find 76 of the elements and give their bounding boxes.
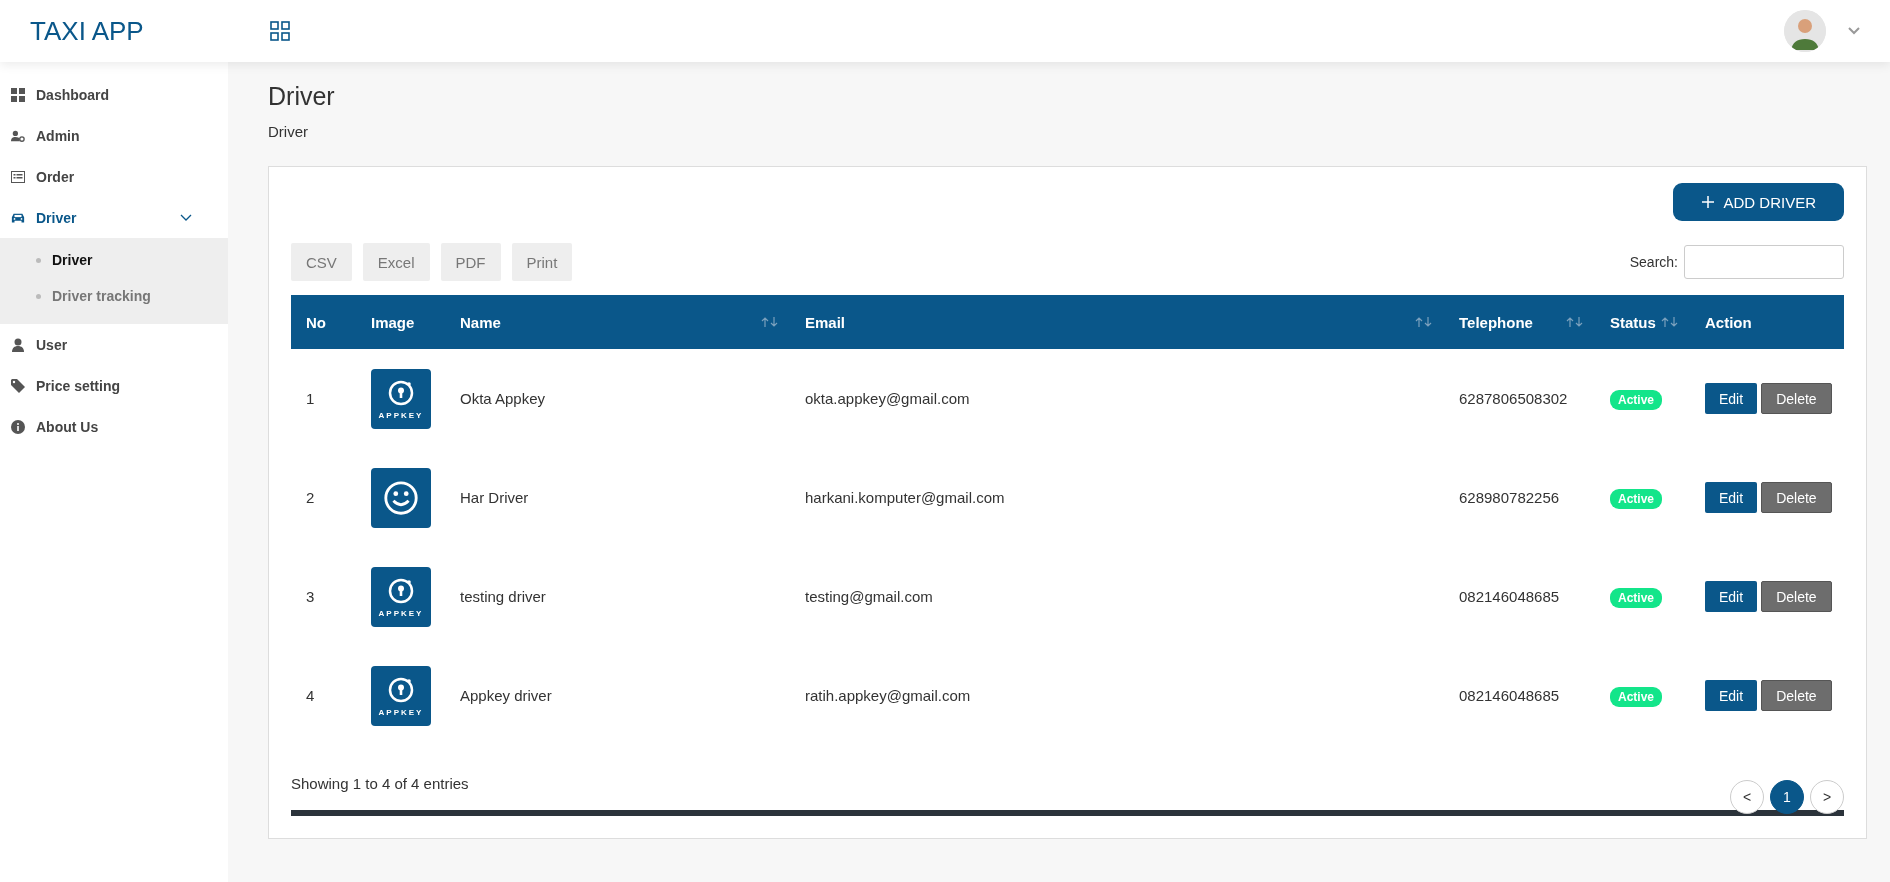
table-cell-text: testing@gmail.com — [804, 587, 934, 607]
status-badge: Active — [1610, 687, 1663, 707]
column-header: Action — [1690, 295, 1844, 349]
search-label: Search: — [1629, 254, 1678, 270]
tag-icon — [11, 378, 25, 393]
table-cell-text: Appkey driver — [459, 686, 553, 706]
table-cell-text: ratih.appkey@gmail.com — [804, 686, 972, 706]
grid-icon[interactable] — [270, 21, 290, 41]
delete-button[interactable]: Delete — [1761, 680, 1832, 711]
list-icon — [11, 169, 25, 184]
column-header[interactable]: Status — [1595, 295, 1690, 349]
edit-button[interactable]: Edit — [1705, 383, 1758, 414]
table-cell-text: Har Driver — [459, 488, 530, 508]
delete-button[interactable]: Delete — [1761, 383, 1832, 414]
table-cell-text: 082146048685 — [1458, 686, 1561, 706]
add-driver-button[interactable]: ADD DRIVER — [1673, 183, 1844, 221]
page-title: Driver — [268, 82, 336, 111]
table-cell: 1 — [291, 349, 356, 448]
column-header[interactable]: Name — [445, 295, 790, 349]
sort-icon[interactable] — [1565, 316, 1585, 328]
sidebar-item[interactable]: About Us — [0, 406, 228, 447]
app-logo[interactable]: TAXI APP — [30, 15, 270, 47]
submenu-item[interactable]: Driver — [0, 242, 228, 278]
table-cell-text: 628980782256 — [1458, 488, 1561, 508]
edit-button[interactable]: Edit — [1705, 680, 1758, 711]
column-header[interactable]: Email — [790, 295, 1444, 349]
table-cell-text: 4 — [305, 686, 316, 706]
export-button[interactable]: Print — [511, 243, 573, 281]
table-cell-text: 2 — [305, 488, 316, 508]
user-gear-icon — [11, 128, 25, 143]
table-cell: 6287806508302 — [1444, 349, 1595, 448]
sidebar-item[interactable]: Order — [0, 156, 228, 197]
status-badge: Active — [1610, 489, 1663, 509]
plus-icon — [1701, 195, 1716, 209]
appkey-logo: APPKEY — [371, 566, 431, 627]
column-header: Image — [356, 295, 445, 349]
sort-icon[interactable] — [760, 316, 780, 328]
caret-icon[interactable] — [1848, 27, 1860, 35]
sidebar-item[interactable]: Admin — [0, 115, 228, 156]
table-cell-text: 3 — [305, 587, 316, 607]
sort-icon[interactable] — [1414, 316, 1434, 328]
breadcrumb[interactable]: Driver — [268, 123, 308, 140]
next-button[interactable]: > — [1810, 780, 1844, 814]
table-cell: okta.appkey@gmail.com — [790, 349, 1444, 448]
appkey-logo: APPKEY — [371, 368, 431, 429]
table-cell: Okta Appkey — [445, 349, 790, 448]
table-cell-text: harkani.komputer@gmail.com — [804, 488, 1006, 508]
smiley-image — [371, 467, 431, 528]
search-field[interactable] — [1684, 245, 1844, 279]
export-button[interactable]: PDF — [440, 243, 501, 281]
column-header: No — [291, 295, 356, 349]
previous-button[interactable]: < — [1730, 780, 1764, 814]
entries-info: Showing 1 to 4 of 4 entries — [291, 775, 469, 792]
edit-button[interactable]: Edit — [1705, 482, 1758, 513]
sidebar-item[interactable]: User — [0, 324, 228, 365]
dashboard-icon — [11, 87, 25, 102]
page-button[interactable]: 1 — [1770, 780, 1804, 814]
delete-button[interactable]: Delete — [1761, 581, 1832, 612]
column-header[interactable]: Telephone — [1444, 295, 1595, 349]
status-badge: Active — [1610, 588, 1663, 608]
chevron-icon[interactable] — [180, 213, 192, 222]
submenu-item[interactable]: Driver tracking — [0, 278, 228, 314]
info-icon — [11, 419, 25, 434]
table-cell-text: testing driver — [459, 587, 547, 607]
delete-button[interactable]: Delete — [1761, 482, 1832, 513]
appkey-logo: APPKEY — [371, 665, 431, 726]
sort-icon[interactable] — [1660, 316, 1680, 328]
export-button[interactable]: Excel — [362, 243, 430, 281]
sidebar-item[interactable]: Price setting — [0, 365, 228, 406]
user-icon — [11, 337, 25, 352]
edit-button[interactable]: Edit — [1705, 581, 1758, 612]
sidebar-item[interactable]: Dashboard — [0, 74, 228, 115]
status-badge: Active — [1610, 390, 1663, 410]
table-cell-text: 082146048685 — [1458, 587, 1561, 607]
export-button[interactable]: CSV — [291, 243, 352, 281]
sidebar-item[interactable]: Driver — [0, 197, 228, 238]
